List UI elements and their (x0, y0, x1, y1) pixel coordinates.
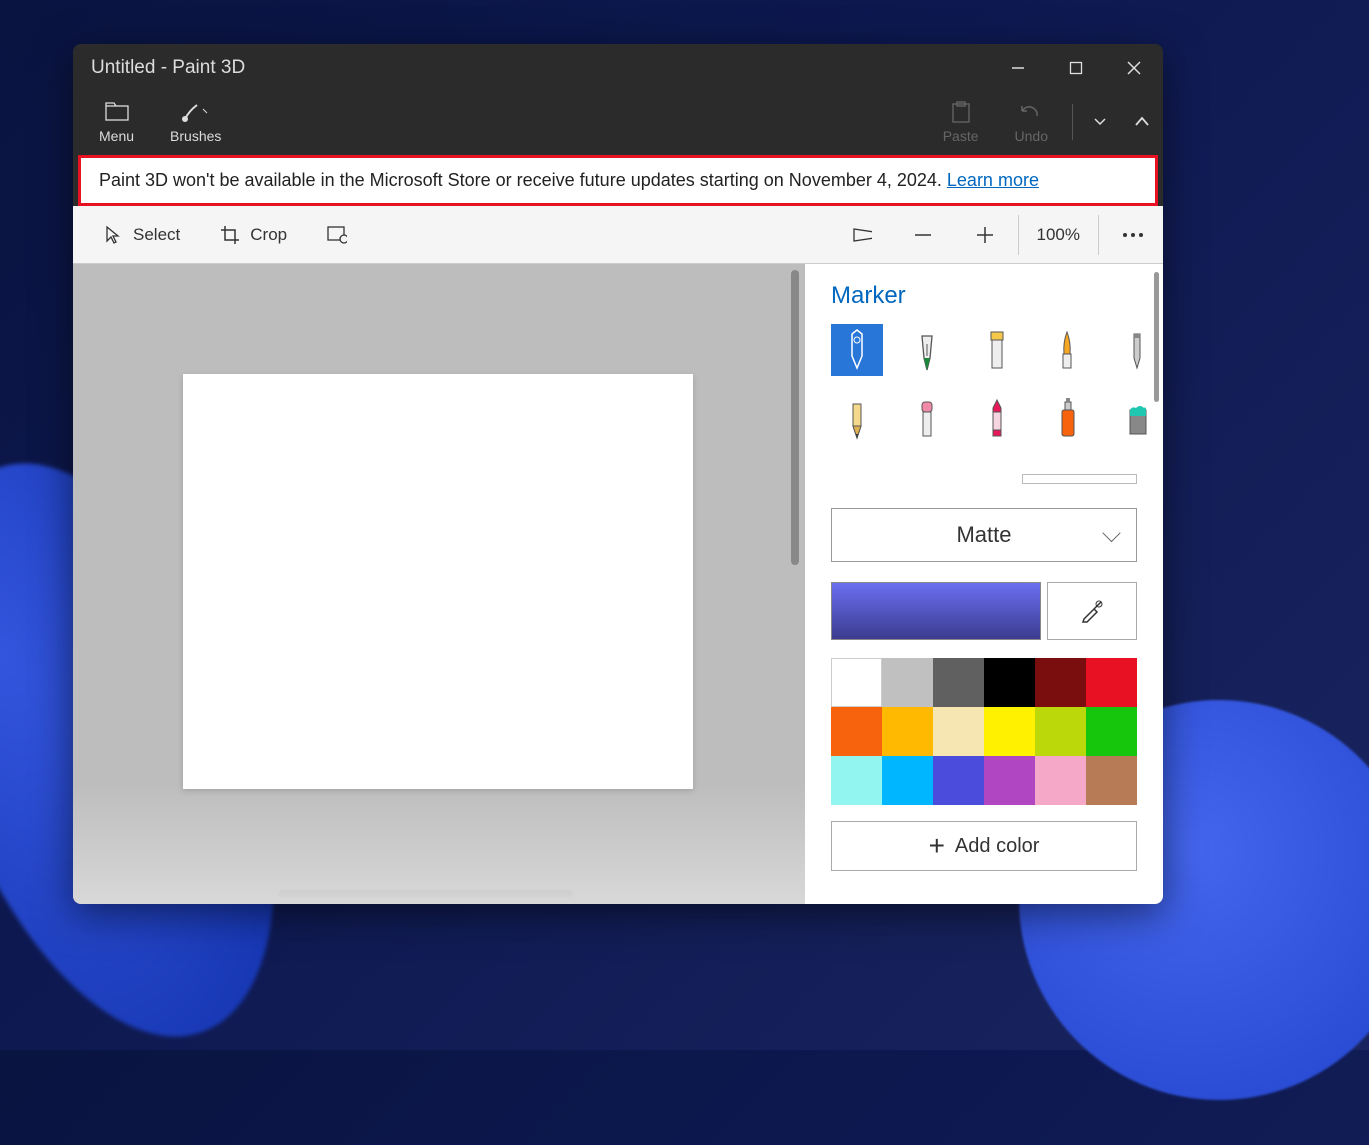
canvas[interactable] (183, 374, 693, 789)
folder-icon (105, 100, 129, 124)
color-swatch[interactable] (984, 658, 1035, 707)
brush-eraser[interactable] (901, 392, 953, 444)
magic-select-tool[interactable] (309, 206, 365, 263)
brush-crayon[interactable] (971, 392, 1023, 444)
magic-select-icon (327, 225, 347, 245)
menu-button[interactable]: Menu (81, 92, 152, 152)
crop-icon (220, 225, 240, 245)
crop-label: Crop (250, 225, 287, 245)
color-row (831, 582, 1137, 640)
cursor-icon (103, 225, 123, 245)
undo-icon (1019, 100, 1043, 124)
plus-icon: + (929, 832, 945, 860)
color-swatch[interactable] (1035, 707, 1086, 756)
plus-icon (974, 224, 996, 246)
color-swatch[interactable] (831, 756, 882, 805)
chevron-down-icon (1093, 117, 1107, 127)
color-swatch[interactable] (1086, 707, 1137, 756)
color-swatch[interactable] (933, 658, 984, 707)
deprecation-banner: Paint 3D won't be available in the Micro… (78, 155, 1158, 206)
crop-tool[interactable]: Crop (202, 206, 305, 263)
color-swatch[interactable] (984, 756, 1035, 805)
maximize-button[interactable] (1047, 44, 1105, 92)
horizontal-scrollbar[interactable] (278, 890, 573, 898)
divider (1072, 104, 1073, 140)
eyedropper-button[interactable] (1047, 582, 1137, 640)
undo-button[interactable]: Undo (997, 92, 1066, 152)
paste-label: Paste (943, 128, 979, 144)
brush-oil[interactable] (971, 324, 1023, 376)
zoom-out-button[interactable] (894, 206, 952, 263)
ellipsis-icon (1121, 231, 1145, 239)
minimize-icon (1011, 61, 1025, 75)
minus-icon (912, 224, 934, 246)
current-color[interactable] (831, 582, 1041, 640)
collapse-ribbon-button[interactable] (1121, 92, 1163, 152)
canvas-toolbar: Select Crop 100% (73, 206, 1163, 264)
panel-scrollbar[interactable] (1154, 272, 1159, 402)
color-swatch[interactable] (933, 707, 984, 756)
titlebar: Untitled - Paint 3D (73, 44, 1163, 92)
vertical-scrollbar[interactable] (791, 270, 799, 565)
color-palette (831, 658, 1137, 805)
zoom-level[interactable]: 100% (1023, 225, 1094, 245)
material-dropdown[interactable]: Matte (831, 508, 1137, 562)
brush-icon (181, 100, 211, 124)
app-window: Untitled - Paint 3D Menu Brushes (73, 44, 1163, 904)
minimize-button[interactable] (989, 44, 1047, 92)
learn-more-link[interactable]: Learn more (947, 170, 1039, 190)
material-value: Matte (956, 522, 1011, 548)
color-swatch[interactable] (882, 707, 933, 756)
zoom-in-button[interactable] (956, 206, 1014, 263)
brushes-button[interactable]: Brushes (152, 92, 239, 152)
close-button[interactable] (1105, 44, 1163, 92)
panel-title: Marker (831, 282, 1137, 310)
color-swatch[interactable] (984, 707, 1035, 756)
thickness-input[interactable] (1022, 474, 1137, 484)
menu-label: Menu (99, 128, 134, 144)
close-icon (1127, 61, 1141, 75)
brush-calligraphy-pen[interactable] (901, 324, 953, 376)
view-3d-button[interactable] (834, 206, 890, 263)
window-title: Untitled - Paint 3D (91, 57, 245, 79)
select-tool[interactable]: Select (85, 206, 198, 263)
brush-grid (831, 324, 1137, 444)
color-swatch[interactable] (882, 658, 933, 707)
eyedropper-icon (1079, 598, 1105, 624)
chevron-up-icon (1133, 115, 1151, 129)
color-swatch[interactable] (933, 756, 984, 805)
perspective-icon (852, 225, 872, 245)
brush-panel: Marker (805, 264, 1163, 904)
more-dropdown[interactable] (1079, 92, 1121, 152)
add-color-label: Add color (955, 835, 1040, 858)
paste-icon (951, 100, 971, 124)
color-swatch[interactable] (831, 658, 882, 707)
brushes-label: Brushes (170, 128, 221, 144)
content-area: Marker (73, 264, 1163, 904)
add-color-button[interactable]: + Add color (831, 821, 1137, 871)
more-options-button[interactable] (1103, 206, 1163, 263)
paste-button[interactable]: Paste (925, 92, 997, 152)
brush-marker[interactable] (831, 324, 883, 376)
brush-pencil[interactable] (831, 392, 883, 444)
brush-spray-can[interactable] (1041, 392, 1093, 444)
canvas-viewport[interactable] (73, 264, 805, 904)
undo-label: Undo (1015, 128, 1048, 144)
color-swatch[interactable] (1035, 658, 1086, 707)
banner-text: Paint 3D won't be available in the Micro… (99, 170, 947, 190)
color-swatch[interactable] (882, 756, 933, 805)
color-swatch[interactable] (1086, 756, 1137, 805)
color-swatch[interactable] (1086, 658, 1137, 707)
color-swatch[interactable] (1035, 756, 1086, 805)
brush-watercolor[interactable] (1041, 324, 1093, 376)
maximize-icon (1069, 61, 1083, 75)
select-label: Select (133, 225, 180, 245)
main-toolbar: Menu Brushes Paste Undo (73, 92, 1163, 152)
color-swatch[interactable] (831, 707, 882, 756)
